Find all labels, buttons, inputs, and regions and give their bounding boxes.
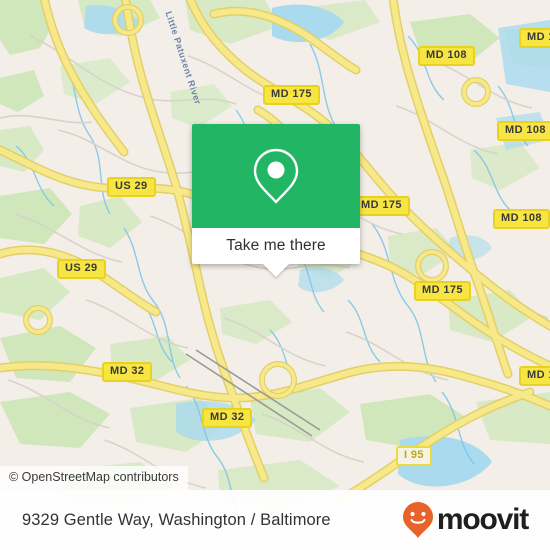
moovit-logo[interactable]: moovit (401, 501, 529, 539)
card-pointer-tail (263, 264, 289, 277)
shield-md-32-left[interactable]: MD 32 (102, 362, 153, 382)
moovit-wordmark: moovit (436, 503, 529, 536)
shield-md-108-lower[interactable]: MD 108 (493, 209, 550, 229)
map-pin-icon (253, 148, 299, 204)
shield-us-29-upper[interactable]: US 29 (107, 177, 156, 197)
shield-md-1-bottom[interactable]: MD 1 (519, 366, 550, 386)
shield-md-175-mid[interactable]: MD 175 (353, 196, 410, 216)
shield-md-1-top[interactable]: MD 1 (519, 28, 550, 48)
card-cta[interactable]: Take me there (192, 228, 360, 264)
footer-bar: 9329 Gentle Way, Washington / Baltimore … (0, 490, 550, 550)
moovit-pin-icon (402, 502, 433, 538)
shield-md-32-lower[interactable]: MD 32 (202, 408, 253, 428)
shield-md-108-right[interactable]: MD 108 (497, 121, 550, 141)
osm-attribution[interactable]: © OpenStreetMap contributors (0, 466, 188, 490)
card-cta-label: Take me there (226, 237, 326, 254)
shield-us-29-lower[interactable]: US 29 (57, 259, 106, 279)
card-header (192, 124, 360, 228)
shield-md-175-right[interactable]: MD 175 (414, 281, 471, 301)
location-popup-card[interactable]: Take me there (192, 124, 360, 277)
moovit-map-screenshot: Little Patuxent River MD 1 MD 108 MD 175… (0, 0, 550, 550)
shield-md-108-topright[interactable]: MD 108 (418, 46, 475, 66)
shield-i-95[interactable]: I 95 (396, 446, 432, 466)
address-label: 9329 Gentle Way, Washington / Baltimore (22, 510, 331, 529)
shield-md-175-top[interactable]: MD 175 (263, 85, 320, 105)
